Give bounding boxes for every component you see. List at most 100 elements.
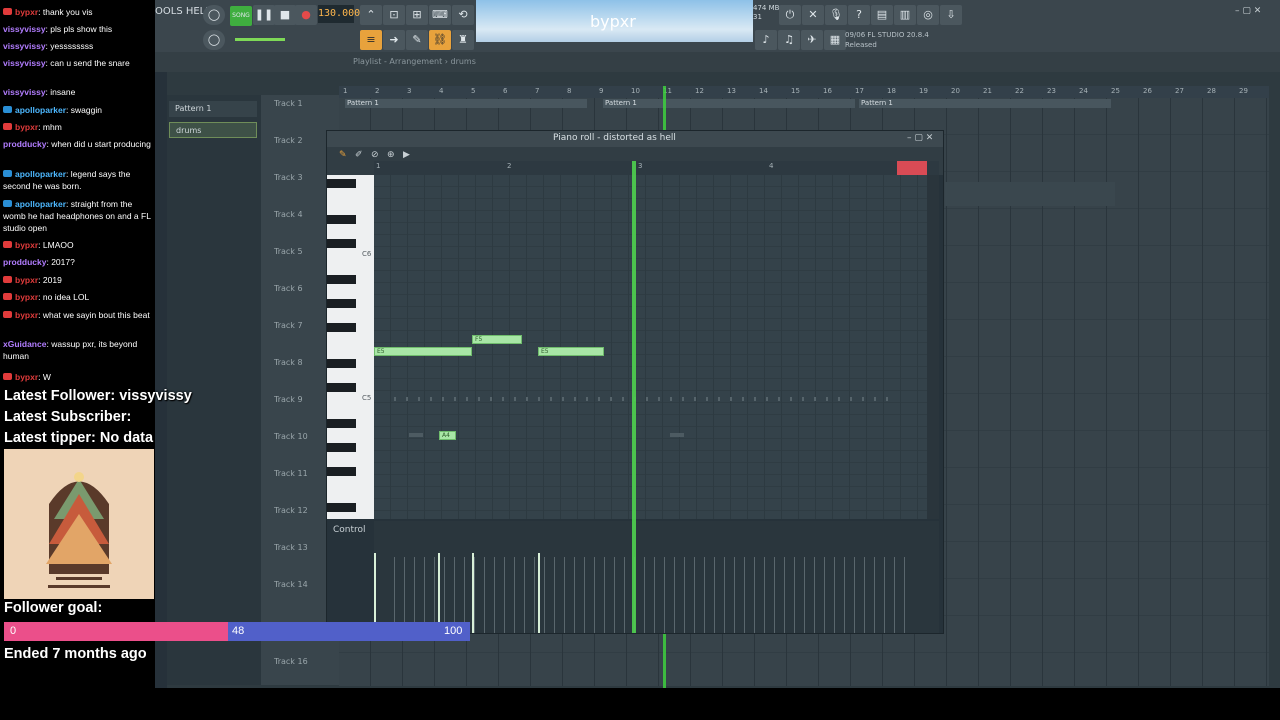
piano-roll-scrollbar[interactable] <box>927 175 939 519</box>
black-key[interactable] <box>327 359 356 368</box>
black-key[interactable] <box>327 275 356 284</box>
piano-icon[interactable]: ♪ <box>755 30 777 50</box>
fl-version-info: 09/06 FL STUDIO 20.8.4 Released <box>845 31 929 49</box>
arrow-icon[interactable]: ➜ <box>383 30 405 50</box>
key-label-c5: C5 <box>362 394 372 402</box>
countdown-icon[interactable]: ⊞ <box>406 5 428 25</box>
track-label[interactable]: Track 13 <box>274 543 308 552</box>
tempo-display[interactable]: 130.000 <box>318 5 360 23</box>
channel-icon[interactable]: ♫ <box>778 30 800 50</box>
mixer-icon[interactable]: ✕ <box>802 5 824 25</box>
master-volume-knob[interactable]: ◯ <box>203 5 225 25</box>
broadcaster-badge-icon <box>3 276 12 283</box>
link-icon[interactable]: ⛓ <box>429 30 451 50</box>
wait-input-icon[interactable]: ⊡ <box>383 5 405 25</box>
black-key[interactable] <box>327 179 356 188</box>
pattern-item[interactable]: Pattern 1 <box>169 101 257 117</box>
banner-title: bypxr <box>590 12 636 31</box>
loop-end-marker[interactable] <box>897 161 927 175</box>
record-button[interactable]: ● <box>295 5 317 25</box>
piano-roll-ruler[interactable]: 12345 <box>374 161 939 175</box>
piano-keyboard[interactable]: C6 C5 <box>327 175 374 519</box>
velocity-lane[interactable] <box>374 521 939 633</box>
note[interactable]: E5 <box>538 347 604 356</box>
playback-tool-icon[interactable]: ▶ <box>403 150 410 160</box>
master-pitch-knob[interactable]: ◯ <box>203 30 225 50</box>
track-label[interactable]: Track 1 <box>274 99 303 108</box>
pause-button[interactable]: ❚❚ <box>253 5 275 25</box>
pen-icon[interactable]: ✎ <box>406 30 428 50</box>
timeline-bar-number: 12 <box>695 87 704 95</box>
stamp-icon[interactable]: ♜ <box>452 30 474 50</box>
track-label[interactable]: Track 3 <box>274 173 303 182</box>
black-key[interactable] <box>327 299 356 308</box>
piano-roll-window-controls[interactable]: – ▢ ✕ <box>907 133 933 143</box>
track-label[interactable]: Track 6 <box>274 284 303 293</box>
song-mode-toggle[interactable]: SONG <box>230 6 252 26</box>
playlist-clip[interactable]: Pattern 1 <box>603 99 855 108</box>
paint-tool-icon[interactable]: ✐ <box>355 150 363 160</box>
black-key[interactable] <box>327 467 356 476</box>
timeline-bar-number: 16 <box>823 87 832 95</box>
playlist-icon[interactable]: ▦ <box>824 30 846 50</box>
black-key[interactable] <box>327 419 356 428</box>
track-label[interactable]: Track 14 <box>274 580 308 589</box>
track-label[interactable]: Track 5 <box>274 247 303 256</box>
black-key[interactable] <box>327 239 356 248</box>
playlist-clip[interactable]: Pattern 1 <box>859 99 1111 108</box>
track-label[interactable]: Track 11 <box>274 469 308 478</box>
snap-icon[interactable]: ≡ <box>360 30 382 50</box>
track-label[interactable]: Track 9 <box>274 395 303 404</box>
browser-panel[interactable] <box>155 72 167 688</box>
note[interactable]: F5 <box>472 335 522 344</box>
black-key[interactable] <box>327 443 356 452</box>
velocity-ghosts <box>394 557 914 633</box>
microphone-icon[interactable]: 🎙 <box>825 5 847 25</box>
track-label[interactable]: Track 4 <box>274 210 303 219</box>
timeline-bar-number: 7 <box>535 87 540 95</box>
black-key[interactable] <box>327 503 356 512</box>
typing-keyboard-icon[interactable]: ⌨ <box>429 5 451 25</box>
note[interactable]: E5 <box>374 347 472 356</box>
black-key[interactable] <box>327 323 356 332</box>
latest-subscriber: Latest Subscriber: <box>4 409 132 425</box>
browser-icon[interactable]: ✈ <box>801 30 823 50</box>
timeline-bar-number: 15 <box>791 87 800 95</box>
draw-tool-icon[interactable]: ✎ <box>339 150 347 160</box>
playlist-timeline[interactable]: 1 2 3 4 5 6 7 8 9 10 11 12 13 14 15 16 17 18 19 20 21 22 23 24 2… <box>339 86 1269 98</box>
plugin-icon[interactable]: ▥ <box>894 5 916 25</box>
save-icon[interactable]: ▤ <box>871 5 893 25</box>
help-icon[interactable]: ? <box>848 5 870 25</box>
timeline-bar-number: 23 <box>1047 87 1056 95</box>
goal-status: Ended 7 months ago <box>4 646 147 662</box>
control-lane-label[interactable]: Control <box>333 525 366 535</box>
timeline-bar-number: 1 <box>343 87 348 95</box>
zoom-tool-icon[interactable]: ⊕ <box>387 150 395 160</box>
velocity-bar[interactable] <box>374 553 376 633</box>
download-icon[interactable]: ⇩ <box>940 5 962 25</box>
master-pitch-slider[interactable] <box>235 38 285 41</box>
chat-icon[interactable]: ◎ <box>917 5 939 25</box>
playlist-clip[interactable]: Pattern 1 <box>345 99 587 108</box>
track-label[interactable]: Track 8 <box>274 358 303 367</box>
delete-tool-icon[interactable]: ⊘ <box>371 150 379 160</box>
playlist-clip-pattern[interactable] <box>945 182 1115 206</box>
pattern-item-selected[interactable]: drums <box>169 122 257 138</box>
black-key[interactable] <box>327 215 356 224</box>
track-label[interactable]: Track 16 <box>274 657 308 666</box>
metronome-icon[interactable]: ⌃ <box>360 5 382 25</box>
black-key[interactable] <box>327 383 356 392</box>
window-controls[interactable]: – ▢ ✕ <box>1235 6 1261 16</box>
track-label[interactable]: Track 2 <box>274 136 303 145</box>
main-toolbar: OOLS HELP ◯ SONG ❚❚ ■ ● 130.000 ⌃ ⊡ ⊞ ⌨ … <box>155 0 1280 52</box>
track-label[interactable]: Track 7 <box>274 321 303 330</box>
track-label[interactable]: Track 10 <box>274 432 308 441</box>
cpu-icon[interactable]: ⏻ <box>779 5 801 25</box>
timeline-bar-number: 21 <box>983 87 992 95</box>
ghost-notes <box>394 397 894 401</box>
note[interactable]: A4 <box>439 431 456 440</box>
piano-roll-grid[interactable]: E5 F5 E5 A4 <box>374 175 939 519</box>
loop-record-icon[interactable]: ⟲ <box>452 5 474 25</box>
stop-button[interactable]: ■ <box>274 5 296 25</box>
track-label[interactable]: Track 12 <box>274 506 308 515</box>
